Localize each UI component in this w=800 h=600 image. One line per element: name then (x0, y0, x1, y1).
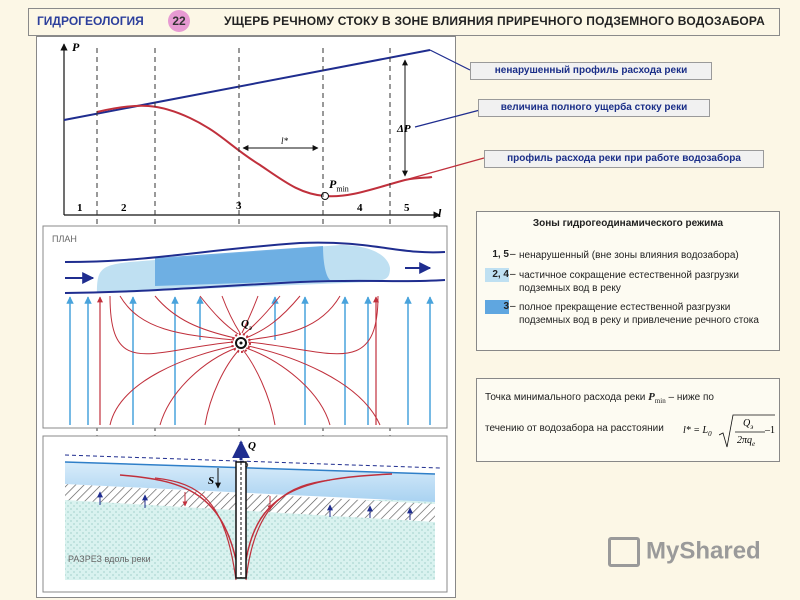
legend-key: 1, 5 (492, 249, 509, 260)
y-axis-label: P (72, 40, 80, 54)
note-panel: Точка минимального расхода реки Pmin – н… (476, 378, 780, 462)
callout-profile-with-intake: профиль расхода реки при работе водозабо… (484, 150, 764, 168)
zone-3-number: 3 (236, 200, 242, 212)
legend-title: Зоны гидрогеодинамического режима (532, 218, 724, 229)
zone-2-number: 2 (121, 202, 127, 214)
discharge-graph (60, 43, 441, 219)
legend-text: полное прекращение естественной разгрузк… (519, 302, 759, 326)
zone-4-number: 4 (357, 202, 363, 214)
plan-well-label: Qэ (241, 318, 252, 333)
delta-p-label: ΔP (397, 123, 411, 135)
plan-label: ПЛАН (52, 234, 77, 244)
undisturbed-profile-line (63, 49, 431, 121)
myshared-logo: MyShared (608, 537, 761, 567)
section-sub-e: э (245, 460, 249, 469)
zone-5-number: 5 (404, 202, 410, 214)
presentation-icon (608, 537, 640, 567)
callout-undisturbed-profile: ненарушенный профиль расхода реки (470, 62, 712, 80)
note-line-2: течению от водозабора на расстоянии (485, 423, 664, 434)
legend-text: частичное сокращение естественной разгру… (519, 270, 740, 294)
zone-1-number: 1 (77, 202, 83, 214)
note-line-1: Точка минимального расхода реки Pmin – н… (485, 391, 714, 406)
x-axis-label: l (438, 206, 442, 220)
legend-panel: Зоны гидрогеодинамического режима 1, 5 –… (476, 211, 780, 351)
section-label: РАЗРЕЗ вдоль реки (68, 554, 151, 564)
legend-key: 2, 4 (492, 269, 509, 280)
section-q-label: Q (248, 440, 256, 452)
legend-key: 3 (503, 301, 509, 312)
distance-label: l* (281, 136, 289, 146)
note-pmin: P (648, 391, 655, 403)
callout-total-damage: величина полного ущерба стоку реки (478, 99, 710, 117)
disturbed-profile-curve (96, 104, 433, 198)
drawdown-label: S (208, 475, 215, 487)
p-min-label: Pmin (329, 177, 349, 194)
note-formula: l* = L0 Qэ 2πqe –1 (683, 413, 775, 453)
legend-text: ненарушенный (вне зоны влияния водозабор… (519, 250, 739, 261)
